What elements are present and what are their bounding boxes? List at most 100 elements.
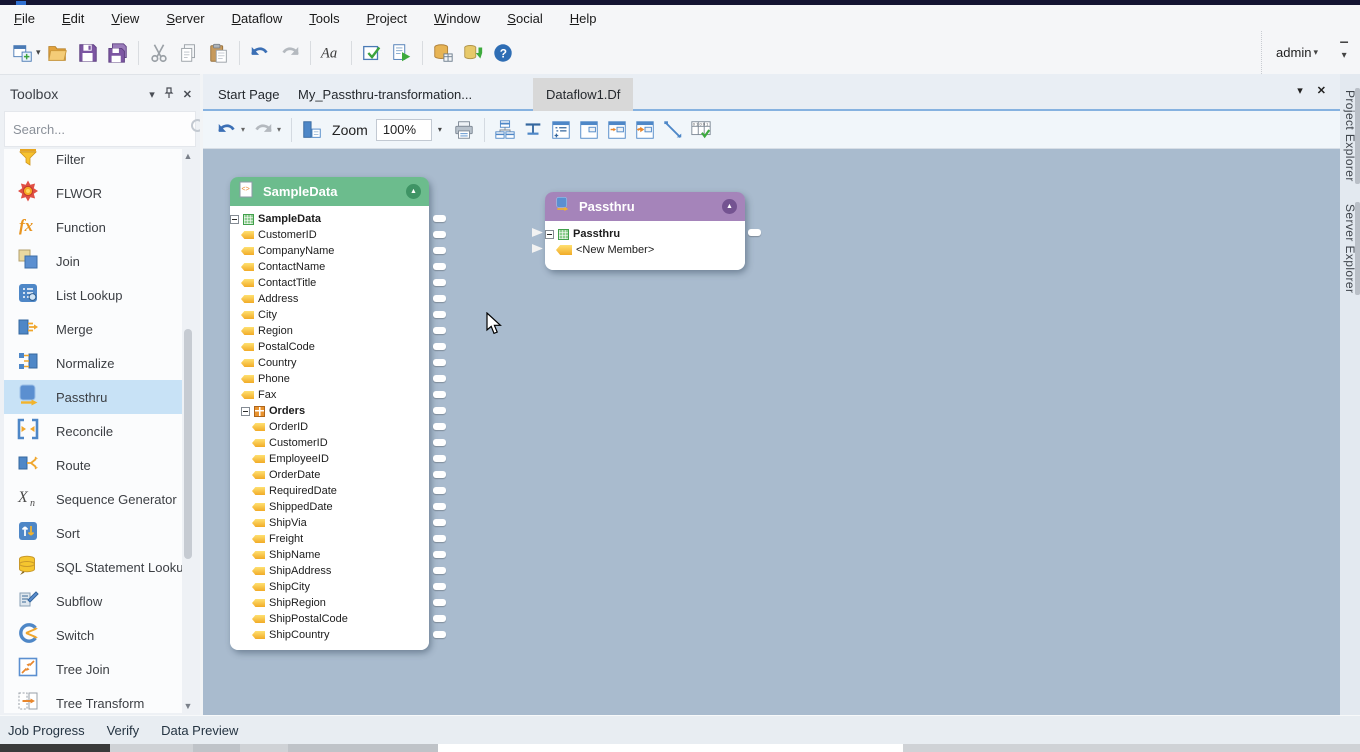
expand-width-button[interactable]: [631, 116, 659, 144]
database-lookup-button[interactable]: [428, 38, 458, 68]
tree-row-address[interactable]: Address: [230, 291, 429, 307]
toolbox-item-sequence-generator[interactable]: Sequence Generator: [4, 482, 182, 516]
tree-row-requireddate[interactable]: RequiredDate: [230, 483, 429, 499]
output-port[interactable]: [433, 439, 446, 446]
output-port[interactable]: [433, 471, 446, 478]
input-port[interactable]: [532, 228, 543, 237]
tree-row-city[interactable]: City: [230, 307, 429, 323]
output-port[interactable]: [433, 295, 446, 302]
menu-view[interactable]: View: [111, 11, 139, 26]
tree-row-freight[interactable]: Freight: [230, 531, 429, 547]
redo-button[interactable]: [249, 116, 277, 144]
preview-data-button[interactable]: [687, 116, 715, 144]
output-port[interactable]: [433, 487, 446, 494]
output-port[interactable]: [433, 551, 446, 558]
output-port[interactable]: [433, 263, 446, 270]
active-files-icon[interactable]: ▾: [1297, 84, 1303, 97]
tree-row-orderid[interactable]: OrderID: [230, 419, 429, 435]
undo-button[interactable]: [245, 38, 275, 68]
tree-row-shipcity[interactable]: ShipCity: [230, 579, 429, 595]
toolbar-overflow-button[interactable]: ▔▾: [1340, 45, 1348, 59]
output-port[interactable]: [433, 391, 446, 398]
output-port[interactable]: [433, 215, 446, 222]
collapse-expander-icon[interactable]: [230, 215, 239, 224]
rail-tab-server-explorer[interactable]: Server Explorer: [1340, 198, 1360, 299]
status-data-preview[interactable]: Data Preview: [161, 723, 238, 738]
window-position-icon[interactable]: ▾: [149, 88, 155, 101]
output-port[interactable]: [433, 279, 446, 286]
tree-row-sampledata[interactable]: SampleData: [230, 211, 429, 227]
redo-dropdown-caret[interactable]: ▾: [277, 125, 281, 134]
tree-row-customerid[interactable]: CustomerID: [230, 227, 429, 243]
tree-row-contacttitle[interactable]: ContactTitle: [230, 275, 429, 291]
verify-button[interactable]: [357, 38, 387, 68]
import-data-button[interactable]: [458, 38, 488, 68]
menu-server[interactable]: Server: [166, 11, 204, 26]
toolbox-item-flwor[interactable]: FLWOR: [4, 176, 182, 210]
tab-dataflow1-df[interactable]: Dataflow1.Df: [533, 78, 633, 111]
output-port[interactable]: [433, 519, 446, 526]
tree-row-shippostalcode[interactable]: ShipPostalCode: [230, 611, 429, 627]
scrollbar-thumb[interactable]: [184, 329, 192, 559]
toolbox-item-subflow[interactable]: Subflow: [4, 584, 182, 618]
output-port[interactable]: [433, 455, 446, 462]
output-port[interactable]: [433, 599, 446, 606]
close-document-icon[interactable]: ✕: [1317, 84, 1326, 97]
tree-row-shipregion[interactable]: ShipRegion: [230, 595, 429, 611]
node-sampledata-header[interactable]: <> SampleData ▲: [230, 177, 429, 206]
tree-row-employeeid[interactable]: EmployeeID: [230, 451, 429, 467]
rail-tab-project-explorer[interactable]: Project Explorer: [1340, 84, 1360, 188]
save-all-button[interactable]: [103, 38, 133, 68]
output-port[interactable]: [433, 423, 446, 430]
output-port[interactable]: [433, 615, 446, 622]
output-port[interactable]: [433, 247, 446, 254]
paste-button[interactable]: [204, 38, 234, 68]
toolbox-item-list-lookup[interactable]: List Lookup: [4, 278, 182, 312]
toolbox-item-function[interactable]: Function: [4, 210, 182, 244]
collapse-expander-icon[interactable]: [545, 230, 554, 239]
menu-social[interactable]: Social: [507, 11, 542, 26]
new-item-dropdown-caret[interactable]: ▾: [36, 47, 41, 58]
toolbox-item-filter[interactable]: Filter: [4, 149, 182, 176]
output-port[interactable]: [433, 583, 446, 590]
dataflow-canvas[interactable]: <> SampleData ▲ SampleDataCustomerIDComp…: [203, 149, 1340, 715]
tree-row-shippeddate[interactable]: ShippedDate: [230, 499, 429, 515]
tree-row-orderdate[interactable]: OrderDate: [230, 467, 429, 483]
undo-dropdown-caret[interactable]: ▾: [241, 125, 245, 134]
collapse-nodes-button[interactable]: [575, 116, 603, 144]
redo-button[interactable]: [275, 38, 305, 68]
node-passthru-header[interactable]: Passthru ▲: [545, 192, 745, 221]
save-button[interactable]: [73, 38, 103, 68]
menu-help[interactable]: Help: [570, 11, 597, 26]
toolbox-item-normalize[interactable]: Normalize: [4, 346, 182, 380]
toolbox-item-sort[interactable]: Sort: [4, 516, 182, 550]
scrollbar-thumb[interactable]: [438, 744, 903, 752]
open-button[interactable]: [43, 38, 73, 68]
output-port[interactable]: [433, 407, 446, 414]
collapse-node-icon[interactable]: ▲: [722, 199, 737, 214]
menu-tools[interactable]: Tools: [309, 11, 339, 26]
menu-file[interactable]: File: [14, 11, 35, 26]
tree-row-phone[interactable]: Phone: [230, 371, 429, 387]
zoom-select[interactable]: 100%: [376, 119, 432, 141]
cut-button[interactable]: [144, 38, 174, 68]
output-port[interactable]: [433, 359, 446, 366]
collapse-node-icon[interactable]: ▲: [406, 184, 421, 199]
run-dataflow-button[interactable]: [387, 38, 417, 68]
pin-icon[interactable]: [164, 87, 174, 101]
tree-row-shipvia[interactable]: ShipVia: [230, 515, 429, 531]
tree-row-postalcode[interactable]: PostalCode: [230, 339, 429, 355]
tree-row-contactname[interactable]: ContactName: [230, 259, 429, 275]
menu-dataflow[interactable]: Dataflow: [232, 11, 283, 26]
menu-window[interactable]: Window: [434, 11, 480, 26]
undo-button[interactable]: [213, 116, 241, 144]
toolbox-item-merge[interactable]: Merge: [4, 312, 182, 346]
scroll-down-icon[interactable]: ▼: [182, 699, 194, 713]
output-port[interactable]: [433, 343, 446, 350]
toolbox-item-sql-statement-lookup[interactable]: SQL Statement Lookup: [4, 550, 182, 584]
scroll-up-icon[interactable]: ▲: [182, 149, 194, 163]
tree-row-shipcountry[interactable]: ShipCountry: [230, 627, 429, 643]
expand-all-button[interactable]: [547, 116, 575, 144]
output-port[interactable]: [433, 375, 446, 382]
output-port[interactable]: [433, 535, 446, 542]
